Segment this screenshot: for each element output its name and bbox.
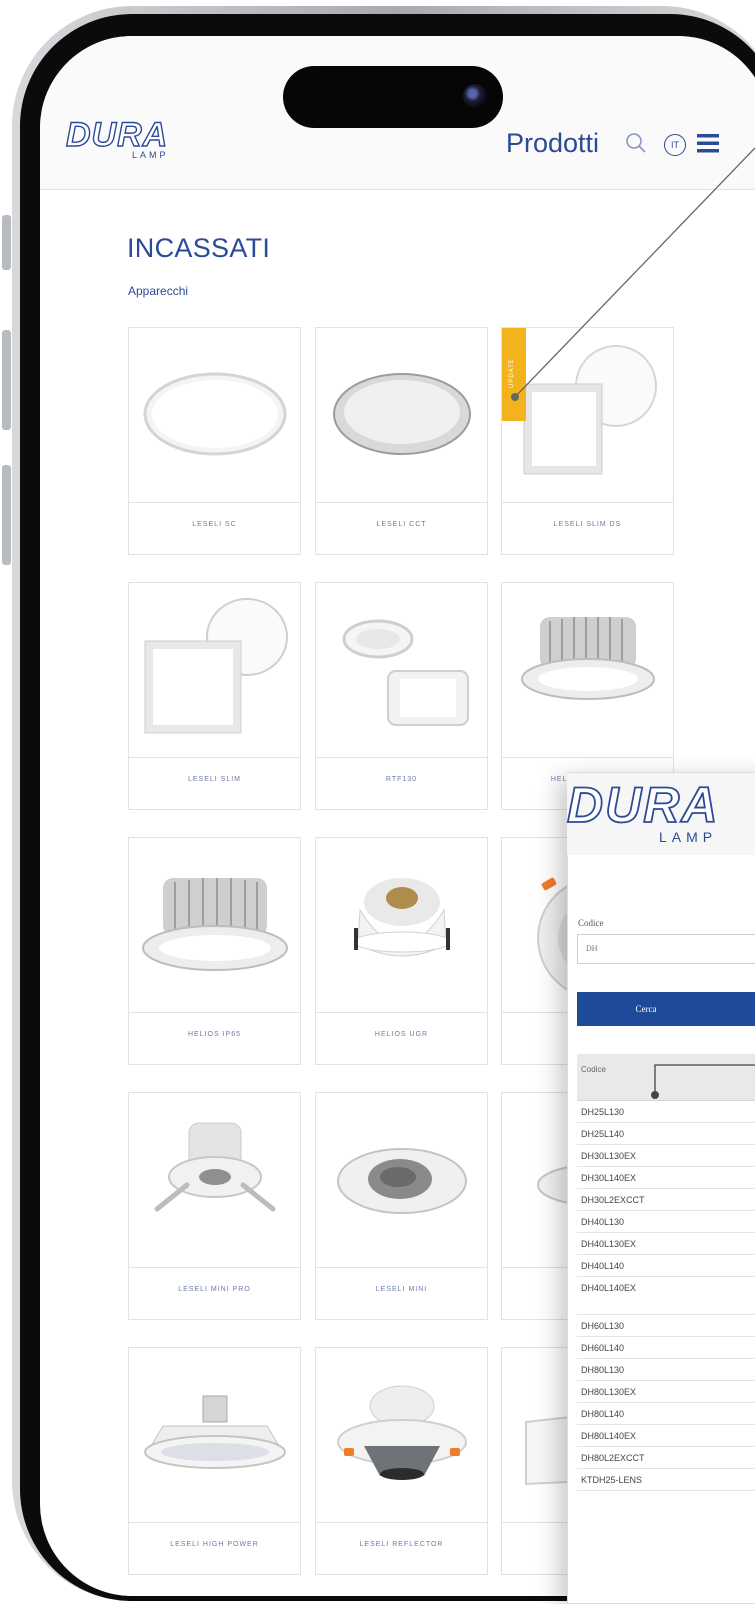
table-row[interactable]: DH30L130EX (577, 1145, 755, 1167)
table-row[interactable]: DH80L140EX (577, 1425, 755, 1447)
table-row[interactable]: DH25L140 (577, 1123, 755, 1145)
table-row[interactable]: DH80L2EXCCT (577, 1447, 755, 1469)
table-row[interactable]: DH30L2EXCCT (577, 1189, 755, 1211)
cerca-button[interactable]: Cerca (577, 992, 755, 1026)
code-search-panel-content: Codice DH Cerca Codice DH25L130 DH25L140… (567, 0, 755, 1578)
product-image (142, 878, 288, 971)
card-divider (129, 757, 300, 758)
product-label: LESELI CCT (376, 521, 427, 528)
product-label: HELIOS UGR (374, 1031, 429, 1038)
table-row[interactable]: DH40L130 (577, 1211, 755, 1233)
product-card[interactable]: LESELI SC (128, 327, 301, 555)
card-divider (316, 502, 487, 503)
product-label: LESELI HIGH POWER (170, 1541, 259, 1548)
table-row[interactable]: DH40L140 (577, 1255, 755, 1277)
product-image (353, 878, 451, 957)
product-label: LESELI MINI (375, 1286, 428, 1293)
table-row[interactable]: DH80L130EX (577, 1381, 755, 1403)
product-image (144, 1395, 286, 1469)
card-divider (316, 1012, 487, 1013)
product-card[interactable]: LESELI CCT (315, 327, 488, 555)
table-row[interactable]: DH60L140 (577, 1337, 755, 1359)
product-label: HELIOS IP65 (187, 1031, 242, 1038)
product-image (337, 1385, 467, 1480)
product-label: LESELI SLIM (187, 776, 242, 783)
product-card[interactable]: LESELI REFLECTOR (315, 1347, 488, 1575)
card-divider (129, 1267, 300, 1268)
phone-action-button (2, 215, 11, 270)
page-title: INCASSATI (127, 233, 271, 263)
product-card[interactable]: LESELI MINI PRO (128, 1092, 301, 1320)
card-divider (129, 1012, 300, 1013)
card-divider (316, 1267, 487, 1268)
product-label: LESELI REFLECTOR (359, 1541, 444, 1548)
update-badge-text: UPDATE (509, 358, 515, 388)
phone-volume-down-button (2, 465, 11, 565)
codes-table-header: Codice (577, 1054, 755, 1101)
logo-wordmark: DURA (65, 116, 169, 154)
product-label: LESELI MINI PRO (178, 1286, 251, 1293)
table-row[interactable]: DH25L130 (577, 1101, 755, 1123)
breadcrumb-apparecchi-link[interactable]: Apparecchi (128, 284, 188, 298)
logo-subtitle: LAMP (132, 150, 169, 160)
dura-lamp-logo[interactable]: DURA LAMP (65, 116, 169, 160)
product-card[interactable]: HELIOS IP65 (128, 837, 301, 1065)
card-divider (129, 1522, 300, 1523)
product-image (333, 373, 471, 455)
table-row[interactable]: DH80L140 (577, 1403, 755, 1425)
table-row[interactable]: DH40L140EX (577, 1277, 755, 1315)
codes-table-body: DH25L130 DH25L140 DH30L130EX DH30L140EX … (577, 1101, 755, 1491)
table-row[interactable]: DH80L130 (577, 1359, 755, 1381)
product-card[interactable]: HELIOS UGR (315, 837, 488, 1065)
product-label: LESELI SC (192, 521, 237, 528)
codice-field-label: Codice (578, 918, 604, 928)
product-image (143, 372, 287, 456)
phone-volume-up-button (2, 330, 11, 430)
table-row[interactable]: DH30L140EX (577, 1167, 755, 1189)
card-divider (129, 502, 300, 503)
card-divider (316, 1522, 487, 1523)
product-card[interactable]: LESELI MINI (315, 1092, 488, 1320)
codes-column-header: Codice (581, 1065, 606, 1074)
table-row[interactable]: KTDH25-LENS (577, 1469, 755, 1491)
product-image (342, 619, 469, 726)
product-image (144, 598, 288, 734)
codice-input[interactable]: DH (577, 934, 755, 964)
front-camera (463, 84, 487, 108)
product-label: RTF130 (385, 776, 418, 783)
product-image (154, 1122, 276, 1212)
product-card[interactable]: LESELI HIGH POWER (128, 1347, 301, 1575)
product-card[interactable]: RTF130 (315, 582, 488, 810)
dynamic-island (283, 66, 503, 128)
product-card[interactable]: LESELI SLIM (128, 582, 301, 810)
product-image (337, 1148, 467, 1214)
card-divider (316, 757, 487, 758)
table-row[interactable]: DH40L130EX (577, 1233, 755, 1255)
update-badge: UPDATE (502, 328, 526, 421)
table-row[interactable]: DH60L130 (577, 1315, 755, 1337)
